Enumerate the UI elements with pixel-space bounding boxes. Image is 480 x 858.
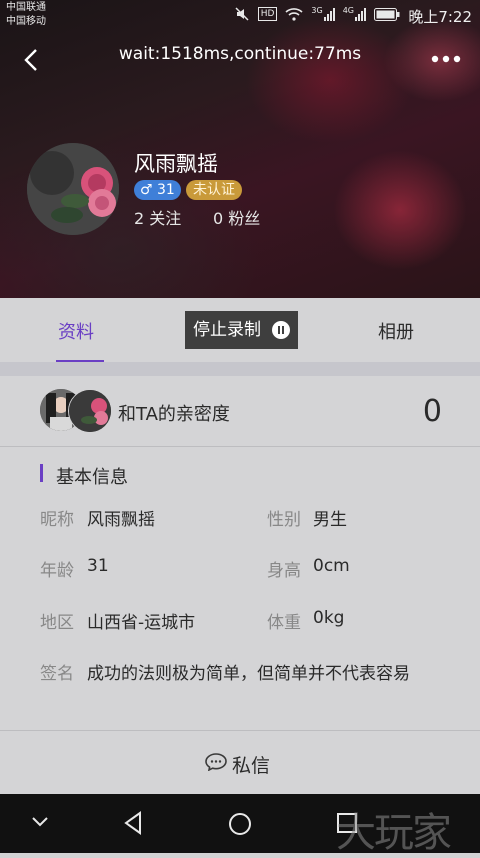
field-value-region: 山西省-运城市: [87, 613, 196, 633]
field-value-age: 31: [87, 556, 109, 576]
pause-icon: [272, 321, 290, 339]
signal-4g-icon: 4G: [343, 7, 366, 21]
rose-avatar-image: [27, 143, 119, 235]
fans-label: 粉丝: [228, 209, 261, 228]
stop-recording-button[interactable]: 停止录制: [185, 311, 298, 349]
nav-back-icon[interactable]: [122, 811, 144, 835]
avatar[interactable]: [27, 143, 119, 235]
ta-avatar: [68, 389, 112, 433]
follow-label: 关注: [149, 209, 182, 228]
follow-stat[interactable]: 2 关注: [134, 205, 181, 229]
field-label-age: 年龄: [40, 561, 74, 581]
field-label-nickname: 昵称: [40, 510, 74, 530]
gender-age-badge: ♂ 31: [134, 180, 181, 200]
signal-3g-icon: 3G: [311, 6, 335, 21]
basic-info-title: 基本信息: [56, 467, 128, 488]
nav-home-icon[interactable]: [228, 812, 252, 836]
field-value-weight: 0kg: [313, 608, 345, 628]
fans-count: 0: [213, 209, 224, 228]
intimacy-value: 0: [422, 394, 442, 429]
status-bar: 中国联通 中国移动 HD 3G 4G 晚上7:22: [0, 0, 480, 32]
wifi-icon: [285, 8, 303, 21]
profile-nickname: 风雨飘摇: [134, 152, 218, 176]
battery-icon: [374, 7, 400, 21]
carrier-1: 中国联通: [6, 2, 46, 13]
follow-count: 2: [134, 209, 145, 228]
intimacy-label: 和TA的亲密度: [118, 404, 230, 425]
debug-timing-overlay: wait:1518ms,continue:77ms: [118, 44, 362, 64]
mute-icon: [235, 7, 249, 21]
male-icon: ♂: [140, 182, 153, 198]
field-label-height: 身高: [267, 561, 301, 581]
field-value-nickname: 风雨飘摇: [87, 510, 155, 530]
tab-album[interactable]: 相册: [378, 318, 414, 344]
clock: 晚上7:22: [408, 8, 472, 26]
watermark-logo: 大玩家: [336, 810, 452, 856]
stop-recording-label: 停止录制: [193, 320, 261, 340]
carrier-2: 中国移动: [6, 16, 46, 27]
verify-status-badge: 未认证: [186, 180, 242, 200]
field-label-weight: 体重: [267, 613, 301, 633]
field-value-gender: 男生: [313, 510, 347, 530]
field-label-region: 地区: [40, 613, 74, 633]
message-label: 私信: [232, 755, 271, 777]
hd-icon: HD: [257, 7, 278, 21]
tab-profile-info[interactable]: 资料: [58, 318, 94, 344]
signal-3g-label: 3G: [311, 6, 323, 15]
age-value: 31: [157, 182, 175, 198]
field-label-gender: 性别: [267, 510, 301, 530]
chat-bubble-icon: [205, 753, 227, 771]
status-icons: HD 3G 4G: [234, 6, 400, 22]
field-value-height: 0cm: [313, 556, 350, 576]
field-value-signature: 成功的法则极为简单，但简单并不代表容易: [87, 664, 410, 684]
collapse-chevron-icon[interactable]: [30, 814, 50, 828]
field-label-signature: 签名: [40, 664, 74, 684]
section-divider: [0, 362, 480, 376]
signal-4g-label: 4G: [342, 6, 354, 15]
fans-stat[interactable]: 0 粉丝: [213, 205, 260, 229]
section-accent-bar: [40, 464, 43, 482]
